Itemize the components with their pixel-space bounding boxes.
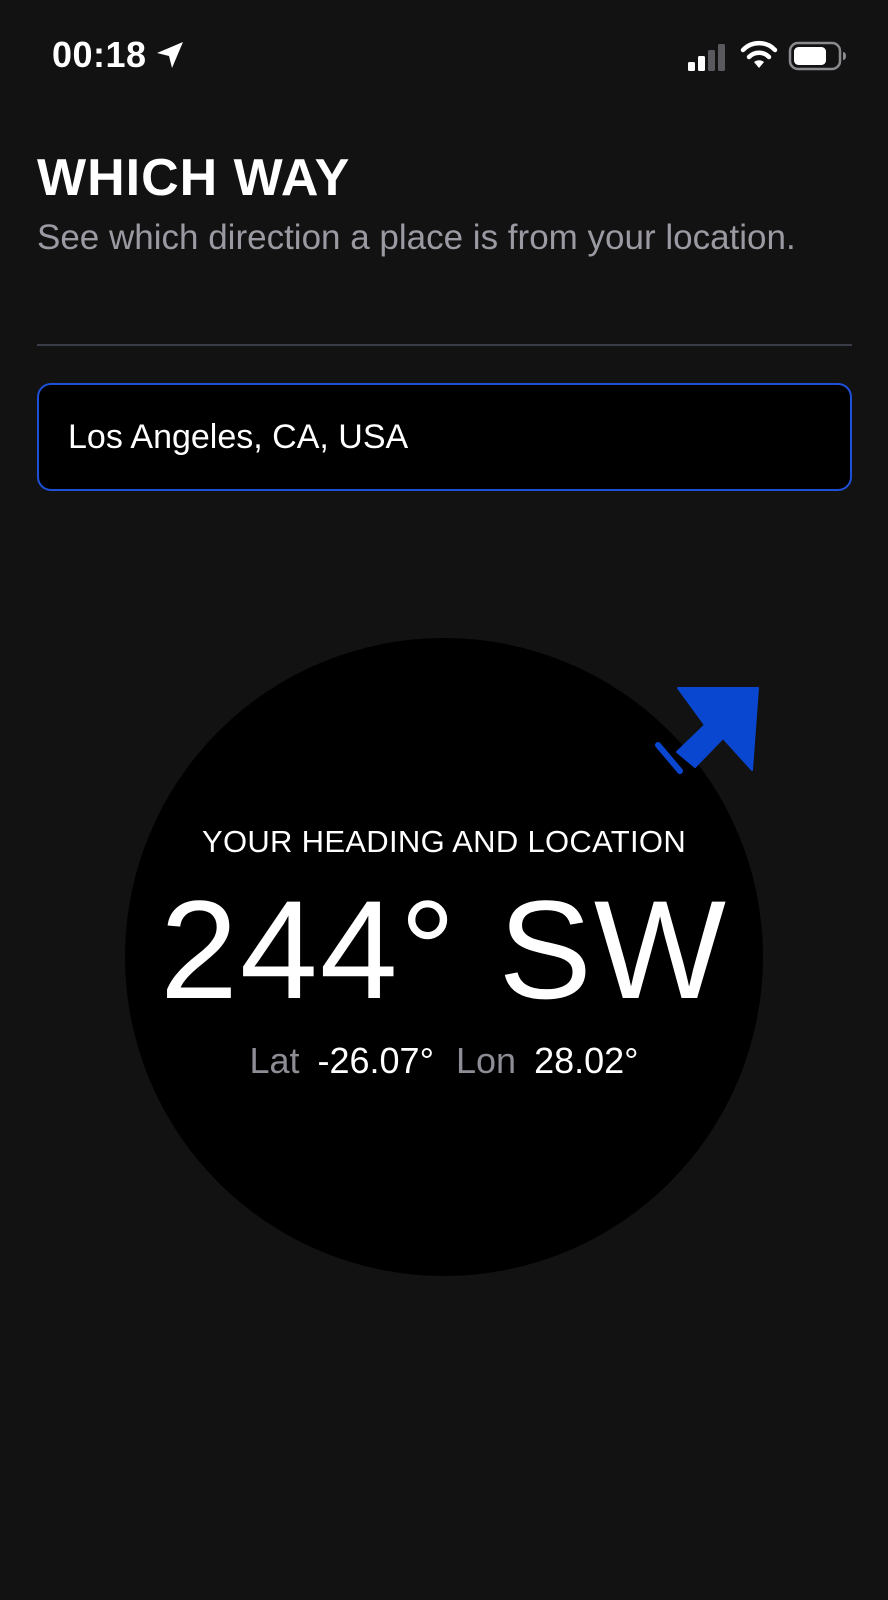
page-title: WHICH WAY — [37, 149, 351, 207]
status-bar: 00:18 — [0, 0, 888, 110]
divider — [37, 344, 852, 346]
longitude-label: Lon — [455, 1040, 517, 1081]
status-time: 00:18 — [52, 34, 147, 75]
location-arrow-icon — [157, 42, 183, 68]
wifi-icon — [740, 40, 778, 68]
longitude-value: 28.02° — [534, 1040, 639, 1081]
latitude-value: -26.07° — [317, 1040, 434, 1081]
latitude-label: Lat — [249, 1040, 300, 1081]
heading-value: 244° SW — [160, 871, 728, 1028]
heading-caption: YOUR HEADING AND LOCATION — [201, 824, 687, 859]
destination-search-input[interactable] — [37, 383, 852, 491]
direction-arrow-icon — [655, 687, 759, 774]
page-subtitle: See which direction a place is from your… — [37, 218, 796, 257]
coordinates-readout: Lat -26.07° Lon 28.02° — [0, 1040, 888, 1082]
battery-icon — [788, 41, 846, 71]
cellular-signal-icon — [688, 44, 725, 71]
